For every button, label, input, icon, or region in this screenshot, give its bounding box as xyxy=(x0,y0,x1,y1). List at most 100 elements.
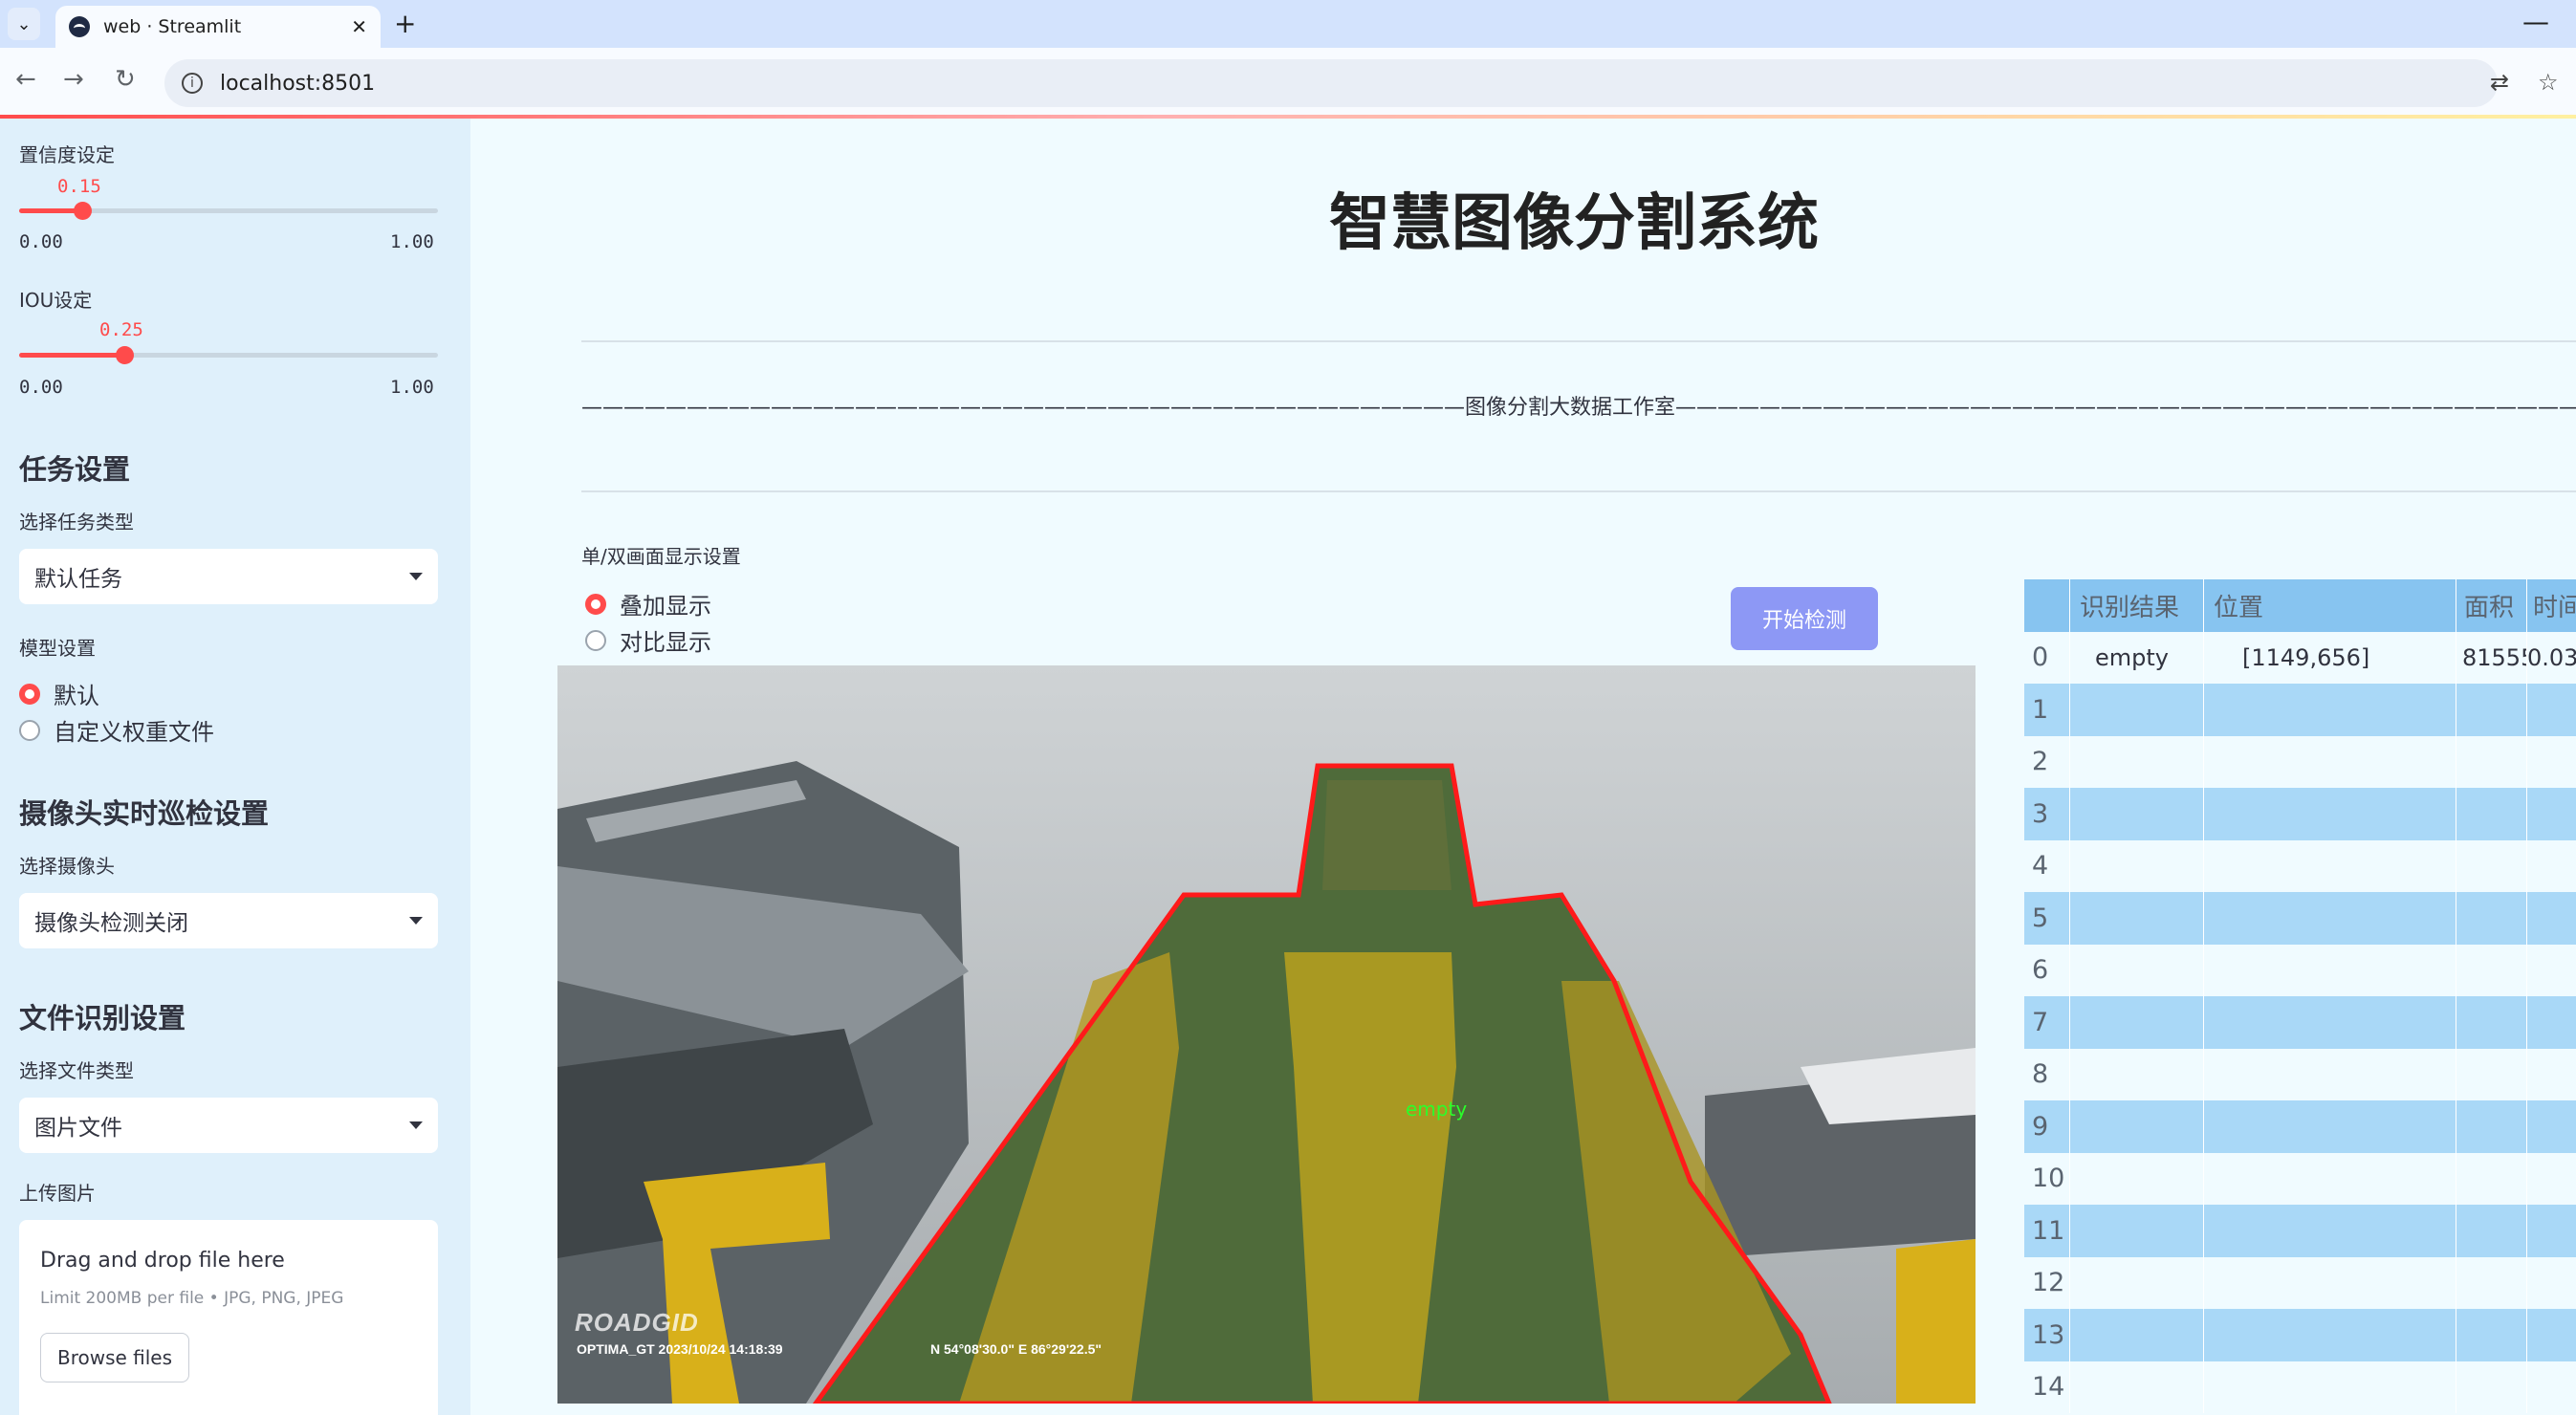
chevron-down-icon xyxy=(409,1121,423,1129)
cell-index: 7 xyxy=(2024,996,2070,1049)
radio-selected-icon[interactable] xyxy=(19,683,40,705)
cell-result xyxy=(2070,944,2204,996)
divider-top xyxy=(581,340,2576,342)
confidence-max: 1.00 xyxy=(390,231,434,252)
dropzone-limit: Limit 200MB per file • JPG, PNG, JPEG xyxy=(40,1289,344,1308)
header-area[interactable]: 面积 xyxy=(2456,579,2527,632)
cell-position xyxy=(2204,996,2456,1049)
confidence-slider-thumb[interactable] xyxy=(73,202,92,220)
cell-time xyxy=(2527,788,2576,840)
bookmark-star-icon[interactable]: ☆ xyxy=(2538,69,2559,96)
radio-unselected-icon[interactable] xyxy=(19,719,40,741)
radio-selected-icon[interactable] xyxy=(585,593,606,615)
display-mode-label: 单/双画面显示设置 xyxy=(581,545,741,568)
reload-icon[interactable]: ↻ xyxy=(115,65,136,94)
cell-position xyxy=(2204,1152,2456,1205)
cell-index: 5 xyxy=(2024,892,2070,945)
cell-position xyxy=(2204,892,2456,945)
cell-result xyxy=(2070,996,2204,1049)
model-radio-custom[interactable]: 自定义权重文件 xyxy=(19,713,214,747)
cell-area xyxy=(2456,839,2527,892)
table-row[interactable]: 11 xyxy=(2024,1205,2576,1257)
table-row[interactable]: 4 xyxy=(2024,839,2576,892)
cell-result xyxy=(2070,1361,2204,1413)
cell-result xyxy=(2070,684,2204,736)
url-omnibox[interactable]: i localhost:8501 xyxy=(164,59,2498,107)
table-row[interactable]: 2 xyxy=(2024,735,2576,788)
cell-area xyxy=(2456,892,2527,945)
task-type-label: 选择任务类型 xyxy=(19,511,134,533)
table-row[interactable]: 1 xyxy=(2024,684,2576,736)
file-type-select[interactable]: 图片文件 xyxy=(19,1098,438,1153)
model-option-default: 默认 xyxy=(54,683,99,709)
boom-top xyxy=(1322,780,1452,890)
cell-position xyxy=(2204,788,2456,840)
table-row[interactable]: 3 xyxy=(2024,788,2576,840)
iou-slider-thumb[interactable] xyxy=(115,346,134,364)
radio-unselected-icon[interactable] xyxy=(585,629,606,651)
cell-area xyxy=(2456,1048,2527,1100)
confidence-slider[interactable] xyxy=(19,202,438,220)
table-header-row: 识别结果 位置 面积 时间 xyxy=(2024,579,2576,632)
table-row[interactable]: 5 xyxy=(2024,892,2576,945)
header-result[interactable]: 识别结果 xyxy=(2070,579,2204,632)
results-table[interactable]: 识别结果 位置 面积 时间 0empty[1149,656]8155510.03… xyxy=(2024,579,2576,1415)
site-info-icon[interactable]: i xyxy=(182,73,203,94)
forward-arrow-icon[interactable]: → xyxy=(63,65,84,94)
task-settings-heading: 任务设置 xyxy=(19,453,131,486)
display-radio-compare[interactable]: 对比显示 xyxy=(585,623,711,657)
cell-area xyxy=(2456,1361,2527,1413)
cell-result xyxy=(2070,1152,2204,1205)
cell-position xyxy=(2204,684,2456,736)
header-time[interactable]: 时间 xyxy=(2527,579,2576,632)
cell-index: 8 xyxy=(2024,1048,2070,1100)
cell-index: 0 xyxy=(2024,631,2070,684)
tab-list-chevron-icon[interactable]: ⌄ xyxy=(8,8,40,40)
camera-select[interactable]: 摄像头检测关闭 xyxy=(19,893,438,948)
table-row[interactable]: 0empty[1149,656]8155510.03 xyxy=(2024,631,2576,684)
model-radio-default[interactable]: 默认 xyxy=(19,677,99,710)
task-type-select[interactable]: 默认任务 xyxy=(19,549,438,604)
confidence-value: 0.15 xyxy=(57,176,101,197)
table-row[interactable]: 12 xyxy=(2024,1256,2576,1310)
cell-result xyxy=(2070,1048,2204,1100)
cell-time xyxy=(2527,1361,2576,1414)
browse-files-button[interactable]: Browse files xyxy=(40,1333,189,1382)
upload-label: 上传图片 xyxy=(19,1182,96,1205)
new-tab-plus-icon[interactable]: + xyxy=(394,8,416,39)
iou-slider[interactable] xyxy=(19,346,438,364)
table-row[interactable]: 8 xyxy=(2024,1048,2576,1101)
segmentation-scene xyxy=(557,665,1976,1404)
back-arrow-icon[interactable]: ← xyxy=(15,65,36,94)
cell-index: 9 xyxy=(2024,1100,2070,1153)
cell-area xyxy=(2456,788,2527,840)
header-position[interactable]: 位置 xyxy=(2204,579,2456,632)
table-row[interactable]: 14 xyxy=(2024,1361,2576,1414)
table-row[interactable]: 13 xyxy=(2024,1309,2576,1361)
table-row[interactable]: 10 xyxy=(2024,1152,2576,1206)
window-minimize-icon[interactable]: — xyxy=(2522,6,2549,37)
tab-close-icon[interactable]: ✕ xyxy=(351,15,367,38)
file-type-label: 选择文件类型 xyxy=(19,1059,134,1082)
file-dropzone[interactable]: Drag and drop file here Limit 200MB per … xyxy=(19,1220,438,1415)
page-title: 智慧图像分割系统 xyxy=(1329,188,1819,259)
iou-max: 1.00 xyxy=(390,377,434,398)
cell-position: [1149,656] xyxy=(2204,631,2456,684)
display-radio-overlay[interactable]: 叠加显示 xyxy=(585,587,711,620)
cell-area xyxy=(2456,684,2527,736)
start-detection-button[interactable]: 开始检测 xyxy=(1731,587,1878,650)
browser-tab[interactable]: web · Streamlit ✕ xyxy=(55,6,381,48)
cell-position xyxy=(2204,944,2456,996)
cell-area xyxy=(2456,1309,2527,1361)
table-row[interactable]: 6 xyxy=(2024,944,2576,996)
translate-icon[interactable]: ⇄ xyxy=(2490,69,2509,96)
cell-result xyxy=(2070,1205,2204,1257)
cell-time xyxy=(2527,1257,2576,1310)
table-row[interactable]: 7 xyxy=(2024,996,2576,1049)
cell-time xyxy=(2527,1153,2576,1206)
table-row[interactable]: 9 xyxy=(2024,1100,2576,1153)
cell-time xyxy=(2527,1049,2576,1101)
task-type-value: 默认任务 xyxy=(34,567,122,592)
display-option-overlay: 叠加显示 xyxy=(620,593,711,620)
yellow-right-post xyxy=(1896,1239,1976,1404)
